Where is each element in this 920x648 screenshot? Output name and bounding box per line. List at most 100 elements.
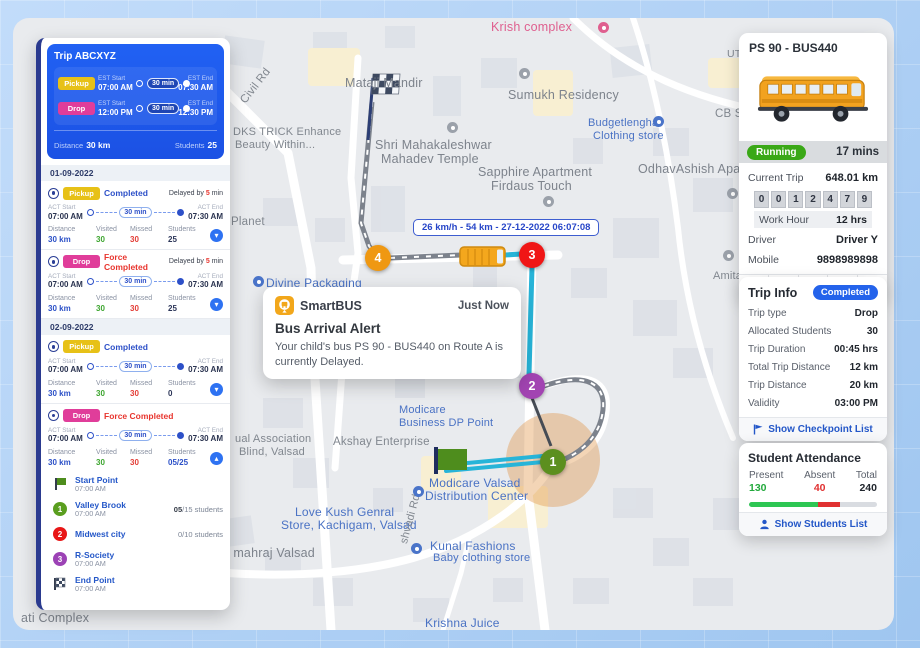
map-label: Firdaus Touch xyxy=(491,179,572,193)
est-end-label: EST End xyxy=(188,100,213,107)
chevron-down-icon[interactable] xyxy=(210,298,223,311)
work-hour-label: Work Hour xyxy=(759,214,809,226)
checkpoint-students: 0/10 students xyxy=(178,530,223,539)
drop-badge: Drop xyxy=(63,255,100,268)
est-start-time: 07:00 AM xyxy=(98,83,131,92)
poi-pin-icon xyxy=(447,122,458,133)
bus-arrival-notification[interactable]: SmartBUS Just Now Bus Arrival Alert Your… xyxy=(263,287,521,379)
trip-info-row: Trip Duration00:45 hrs xyxy=(748,340,878,358)
flag-icon xyxy=(753,424,763,435)
app-background: { "map": { "tooltip": "26 km/h - 54 km -… xyxy=(0,0,920,648)
trip-entry-pickup[interactable]: Pickup Completed ACT Start07:00 AM 30 mi… xyxy=(41,335,230,404)
radio-icon[interactable] xyxy=(48,341,59,352)
trip-status: Force Completed xyxy=(104,252,165,272)
store-pin-icon xyxy=(411,543,422,554)
duration-pill: 30 min xyxy=(119,276,151,287)
bus-image xyxy=(739,59,887,141)
odometer: 0012479 xyxy=(754,191,872,208)
end-flag-icon xyxy=(51,577,69,591)
show-students-list-button[interactable]: Show Students List xyxy=(739,512,887,536)
driver-label: Driver xyxy=(748,234,776,246)
mobile-value: 9898989898 xyxy=(817,254,878,266)
checkpoint-marker-2[interactable]: 2 xyxy=(519,373,545,399)
checkpoint-row-1[interactable]: 1 Valley Brook07:00 AM 05/15 students xyxy=(41,497,230,522)
map-label: Distribution Center xyxy=(425,489,528,503)
map-label: Modicare xyxy=(399,404,446,416)
trip-info-row: Total Trip Distance12 km xyxy=(748,358,878,376)
checkpoint-number-icon: 2 xyxy=(53,527,67,541)
map-label: Planet xyxy=(231,216,265,228)
trip-status: Completed xyxy=(104,188,148,198)
poi-pin-icon xyxy=(543,196,554,207)
map-label: ti mahraj Valsad xyxy=(223,546,315,560)
checkpoint-row-start[interactable]: Start Point07:00 AM xyxy=(41,472,230,497)
total-count: 240 xyxy=(859,482,877,496)
map-label: Beauty Within... xyxy=(235,139,315,151)
map-label: ati Complex xyxy=(21,611,89,625)
poi-pin-icon xyxy=(723,250,734,261)
driver-value: Driver Y xyxy=(836,234,878,246)
date-header: 02-09-2022 xyxy=(41,319,230,335)
notification-time: Just Now xyxy=(458,300,509,312)
map-label: Business DP Point xyxy=(399,417,493,429)
map-label: Kunal Fashions xyxy=(430,539,516,553)
radio-icon[interactable] xyxy=(48,188,59,199)
show-checkpoint-list-button[interactable]: Show Checkpoint List xyxy=(739,417,887,441)
duration-pill: 30 min xyxy=(119,361,151,372)
poi-pin-icon xyxy=(727,188,738,199)
act-start-time: 07:00 AM xyxy=(48,212,84,222)
notification-app-name: SmartBUS xyxy=(300,299,362,313)
attendance-title: Student Attendance xyxy=(739,443,887,469)
chevron-down-icon[interactable] xyxy=(210,383,223,396)
store-pin-icon xyxy=(653,116,664,127)
map-label: Krishna Juice xyxy=(425,616,500,630)
trip-entry-drop[interactable]: Drop Force Completed Delayed by 5 min AC… xyxy=(41,250,230,319)
distance-label: Distance xyxy=(54,141,83,150)
trip-info-row: Trip Distance20 km xyxy=(748,376,878,394)
notification-body: Your child's bus PS 90 - BUS440 on Route… xyxy=(275,340,509,369)
poi-pin-icon xyxy=(519,68,530,79)
chevron-down-icon[interactable] xyxy=(210,229,223,242)
absent-count: 40 xyxy=(814,482,826,496)
bus-title: PS 90 - BUS440 xyxy=(739,33,887,59)
trip-status-badge: Completed xyxy=(813,285,878,300)
smartbus-logo-icon xyxy=(275,296,294,315)
duration-pill: 30 min xyxy=(147,78,179,89)
start-flag-icon xyxy=(51,477,69,491)
drop-badge: Drop xyxy=(58,102,95,115)
trip-status: Force Completed xyxy=(104,411,173,421)
bus-info-card: PS 90 - BUS440 Running 17 mins Current T… xyxy=(739,33,887,300)
bus-marker xyxy=(460,247,505,266)
map-label: Shri Mahakaleshwar xyxy=(375,138,492,152)
chevron-up-icon[interactable] xyxy=(210,452,223,465)
status-badge: Running xyxy=(747,145,806,160)
drop-badge: Drop xyxy=(63,409,100,422)
map-label: Clothing store xyxy=(593,130,664,142)
trip-entry-pickup[interactable]: Pickup Completed Delayed by 5 min ACT St… xyxy=(41,181,230,250)
duration-pill: 30 min xyxy=(119,207,151,218)
map-label: ual Association xyxy=(235,433,311,445)
current-trip-value: 648.01 km xyxy=(825,172,878,184)
student-attendance-card: Student Attendance Present130 Absent40 T… xyxy=(739,443,887,536)
delay-text: Delayed by 5 min xyxy=(169,190,223,197)
map-label: Modicare Valsad xyxy=(429,476,521,490)
checkpoint-marker-4[interactable]: 4 xyxy=(365,245,391,271)
date-header: 01-09-2022 xyxy=(41,165,230,181)
timeline-start-dot xyxy=(136,80,143,87)
checkpoint-students: 05/15 students xyxy=(174,505,223,514)
checkpoint-row-2[interactable]: 2 Midwest city 0/10 students xyxy=(41,522,230,547)
trip-info-row: Validity03:00 PM xyxy=(748,394,878,412)
est-end-time: 07:30 AM xyxy=(178,83,213,92)
radio-icon[interactable] xyxy=(48,256,59,267)
checkpoint-row-3[interactable]: 3 R-Society07:00 AM xyxy=(41,547,230,572)
notification-title: Bus Arrival Alert xyxy=(275,321,509,336)
duration-pill: 30 min xyxy=(147,103,179,114)
radio-icon[interactable] xyxy=(48,410,59,421)
checkpoint-marker-3[interactable]: 3 xyxy=(519,242,545,268)
checkpoint-row-end[interactable]: End Point07:00 AM xyxy=(41,572,230,597)
trip-entry-drop[interactable]: Drop Force Completed ACT Start07:00 AM 3… xyxy=(41,404,230,472)
current-trip-label: Current Trip xyxy=(748,172,803,184)
checkpoint-marker-1[interactable]: 1 xyxy=(540,449,566,475)
person-icon xyxy=(759,519,770,530)
trip-info-card: Trip Info Completed Trip typeDrop Alloca… xyxy=(739,277,887,441)
